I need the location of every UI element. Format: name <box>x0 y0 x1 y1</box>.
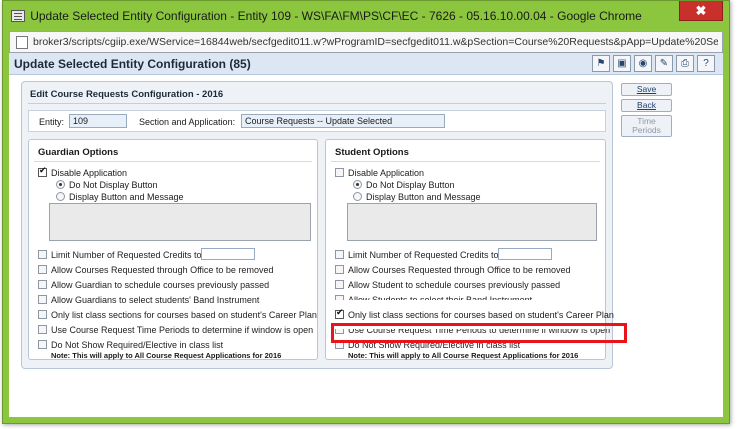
student-divider <box>331 161 600 162</box>
student-option-checkbox[interactable] <box>335 265 344 274</box>
student-career-plan-label: Only list class sections for courses bas… <box>348 309 614 320</box>
student-limit-credits-checkbox[interactable] <box>335 250 344 259</box>
guardian-message-textarea[interactable] <box>49 203 311 241</box>
section-title: Edit Course Requests Configuration - 201… <box>30 89 224 100</box>
header-toolbar: ⚑ ▣ ◉ ✎ ⎙ ? <box>592 55 715 72</box>
section-app-label: Section and Application: <box>139 117 236 127</box>
student-career-plan-checkbox[interactable] <box>335 308 344 319</box>
close-button[interactable]: ✖ <box>679 1 723 21</box>
section-divider <box>28 103 606 104</box>
guardian-radio-display[interactable]: Display Button and Message <box>56 191 184 202</box>
student-disable-checkbox[interactable] <box>335 168 344 177</box>
page-viewport: Update Selected Entity Configuration (85… <box>9 53 723 417</box>
student-option-label: Allow Student to schedule courses previo… <box>348 279 561 290</box>
flag-icon[interactable]: ⚑ <box>592 55 610 72</box>
student-radio-display-label: Display Button and Message <box>366 191 481 202</box>
guardian-option-row[interactable]: Allow Guardian to schedule courses previ… <box>38 279 269 290</box>
monitor-icon[interactable]: ▣ <box>613 55 631 72</box>
guardian-option-checkbox[interactable] <box>38 310 47 319</box>
student-radio-no-button-control[interactable] <box>353 180 362 189</box>
time-periods-label-2: Periods <box>632 125 661 135</box>
save-button[interactable]: Save <box>621 83 672 96</box>
guardian-option-row[interactable]: Allow Guardians to select students' Band… <box>38 294 259 305</box>
guardian-limit-credits-checkbox[interactable] <box>38 250 47 259</box>
guardian-radio-no-button-control[interactable] <box>56 180 65 189</box>
guardian-credits-input[interactable] <box>201 248 255 260</box>
guardian-option-label: Allow Courses Requested through Office t… <box>51 264 274 275</box>
browser-window: Update Selected Entity Configuration - E… <box>2 0 730 424</box>
section-app-field[interactable]: Course Requests -- Update Selected <box>241 114 445 128</box>
student-option-label: Allow Students to select their Band Inst… <box>348 294 533 305</box>
guardian-note: Note: This will apply to All Course Requ… <box>51 351 282 360</box>
guardian-options-title: Guardian Options <box>38 147 119 158</box>
guardian-disable-label: Disable Application <box>51 167 128 178</box>
student-option-row[interactable]: Allow Students to select their Band Inst… <box>335 294 533 305</box>
guardian-option-checkbox[interactable] <box>38 340 47 349</box>
help-icon[interactable]: ? <box>697 55 715 72</box>
url-text[interactable]: broker3/scripts/cgiip.exe/WService=16844… <box>33 36 718 48</box>
guardian-radio-display-control[interactable] <box>56 192 65 201</box>
student-radio-no-button-label: Do Not Display Button <box>366 179 455 190</box>
guardian-disable-row[interactable]: Disable Application <box>38 166 128 178</box>
entity-row: Entity: 109 Section and Application: Cou… <box>28 110 606 132</box>
student-radio-display[interactable]: Display Button and Message <box>353 191 481 202</box>
guardian-limit-credits-label: Limit Number of Requested Credits to <box>51 249 202 260</box>
guardian-option-checkbox[interactable] <box>38 280 47 289</box>
student-disable-label: Disable Application <box>348 167 425 178</box>
guardian-radio-display-label: Display Button and Message <box>69 191 184 202</box>
guardian-options-panel: Guardian Options Disable Application Do … <box>28 139 318 360</box>
guardian-option-label: Use Course Request Time Periods to deter… <box>51 324 314 335</box>
guardian-option-row[interactable]: Only list class sections for courses bas… <box>38 309 317 320</box>
student-limit-credits-label: Limit Number of Requested Credits to <box>348 249 499 260</box>
student-options-title: Student Options <box>335 147 409 158</box>
student-radio-display-control[interactable] <box>353 192 362 201</box>
guardian-option-label: Allow Guardians to select students' Band… <box>51 294 260 305</box>
guardian-radio-no-button[interactable]: Do Not Display Button <box>56 179 158 190</box>
guardian-option-label: Do Not Show Required/Elective in class l… <box>51 339 224 350</box>
guardian-option-checkbox[interactable] <box>38 265 47 274</box>
title-bar: Update Selected Entity Configuration - E… <box>3 1 729 31</box>
window-title: Update Selected Entity Configuration - E… <box>30 9 642 23</box>
back-button[interactable]: Back <box>621 99 672 112</box>
student-option-label: Allow Courses Requested through Office t… <box>348 264 571 275</box>
highlight-box <box>331 323 627 343</box>
student-radio-no-button[interactable]: Do Not Display Button <box>353 179 455 190</box>
student-option-checkbox[interactable] <box>335 295 344 301</box>
student-limit-credits-row[interactable]: Limit Number of Requested Credits to <box>335 249 499 260</box>
guardian-divider <box>34 161 312 162</box>
guardian-option-checkbox[interactable] <box>38 295 47 304</box>
guardian-option-label: Allow Guardian to schedule courses previ… <box>51 279 270 290</box>
student-option-row[interactable]: Allow Student to schedule courses previo… <box>335 279 560 290</box>
page-title: Update Selected Entity Configuration (85… <box>14 57 251 71</box>
student-career-plan-row[interactable]: Only list class sections for courses bas… <box>335 308 614 320</box>
page-header: Update Selected Entity Configuration (85… <box>9 53 723 75</box>
student-credits-input[interactable] <box>498 248 552 260</box>
page-icon <box>16 36 28 49</box>
time-periods-button[interactable]: Time Periods <box>621 115 672 137</box>
guardian-radio-no-button-label: Do Not Display Button <box>69 179 158 190</box>
guardian-option-row[interactable]: Use Course Request Time Periods to deter… <box>38 324 313 335</box>
entity-field[interactable]: 109 <box>69 114 127 128</box>
guardian-option-label: Only list class sections for courses bas… <box>51 309 317 320</box>
entity-label: Entity: <box>39 117 65 127</box>
print-icon[interactable]: ⎙ <box>676 55 694 72</box>
student-option-row[interactable]: Allow Courses Requested through Office t… <box>335 264 570 275</box>
student-disable-row[interactable]: Disable Application <box>335 167 424 178</box>
camera-icon[interactable]: ◉ <box>634 55 652 72</box>
note-icon[interactable]: ✎ <box>655 55 673 72</box>
guardian-limit-credits-row[interactable]: Limit Number of Requested Credits to <box>38 249 202 260</box>
guardian-disable-checkbox[interactable] <box>38 166 47 177</box>
address-bar[interactable]: broker3/scripts/cgiip.exe/WService=16844… <box>9 31 723 53</box>
guardian-option-row[interactable]: Allow Courses Requested through Office t… <box>38 264 273 275</box>
student-option-checkbox[interactable] <box>335 280 344 289</box>
student-note: Note: This will apply to All Course Requ… <box>348 351 579 360</box>
guardian-option-checkbox[interactable] <box>38 325 47 334</box>
guardian-option-row[interactable]: Do Not Show Required/Elective in class l… <box>38 339 223 350</box>
student-message-textarea[interactable] <box>347 203 597 241</box>
